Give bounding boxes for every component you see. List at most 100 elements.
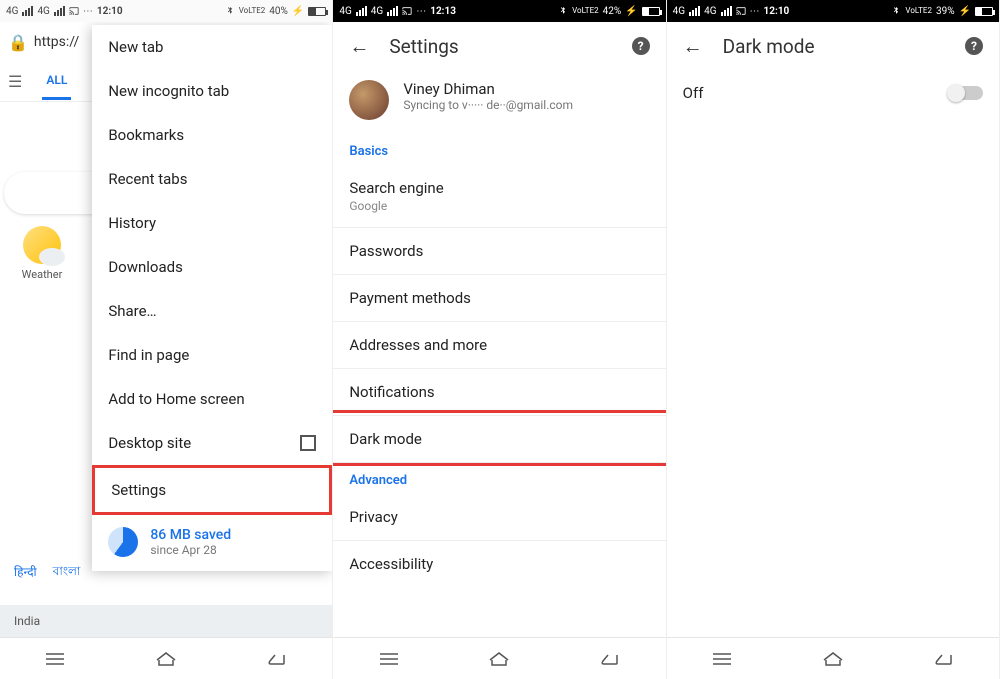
nav-home[interactable] <box>145 645 187 673</box>
battery-icon <box>642 7 660 16</box>
bluetooth-icon <box>891 6 901 16</box>
page-title: Settings <box>389 35 611 58</box>
bolt-icon: ⚡ <box>959 6 971 17</box>
nav-recent[interactable] <box>368 645 410 673</box>
menu-find-in-page[interactable]: Find in page <box>92 333 332 377</box>
back-arrow-icon[interactable]: ← <box>349 34 369 59</box>
menu-data-saved[interactable]: 86 MB saved since Apr 28 <box>92 515 332 571</box>
menu-downloads[interactable]: Downloads <box>92 245 332 289</box>
cast-icon <box>69 6 79 16</box>
row-passwords[interactable]: Passwords <box>333 228 665 275</box>
battery-icon <box>975 7 993 16</box>
row-notifications[interactable]: Notifications <box>333 369 665 416</box>
batt-pct: 42% <box>603 6 622 17</box>
clock: 12:10 <box>97 6 123 17</box>
bluetooth-icon <box>225 6 235 16</box>
lang-bengali[interactable]: বাংলা <box>53 563 81 583</box>
net-label-2: 4G <box>704 6 716 17</box>
nav-home[interactable] <box>478 645 520 673</box>
overflow-menu: New tab New incognito tab Bookmarks Rece… <box>92 25 332 571</box>
section-basics: Basics <box>333 134 665 165</box>
row-search-engine[interactable]: Search engine Google <box>333 165 665 228</box>
weather-label: Weather <box>14 268 70 281</box>
net-label-2: 4G <box>371 6 383 17</box>
row-dark-mode[interactable]: Dark mode <box>333 416 665 463</box>
nav-back[interactable] <box>256 645 298 673</box>
nav-bar <box>0 637 332 679</box>
menu-share[interactable]: Share… <box>92 289 332 333</box>
account-name: Viney Dhiman <box>403 80 573 98</box>
cast-icon <box>402 6 412 16</box>
more-icon: ⋯ <box>83 6 93 17</box>
menu-desktop-site[interactable]: Desktop site <box>92 421 332 465</box>
nav-back[interactable] <box>589 645 631 673</box>
lock-icon: 🔒 <box>8 33 28 52</box>
nav-bar <box>667 637 999 679</box>
darkmode-toggle-row: Off <box>667 70 999 116</box>
menu-settings[interactable]: Settings <box>92 465 332 515</box>
nav-home[interactable] <box>812 645 854 673</box>
settings-header: ← Settings ? <box>333 22 665 70</box>
help-icon[interactable]: ? <box>965 37 983 55</box>
data-saver-icon <box>108 527 138 557</box>
darkmode-switch[interactable] <box>949 86 983 100</box>
menu-add-home[interactable]: Add to Home screen <box>92 377 332 421</box>
saved-amount: 86 MB saved <box>150 527 231 543</box>
weather-tile[interactable]: Weather <box>14 226 70 281</box>
signal-icon <box>689 6 700 16</box>
status-bar: 4G 4G ⋯ 12:10 VoLTE2 40% ⚡ <box>0 0 332 22</box>
volte-label: VoLTE2 <box>239 7 266 15</box>
cast-icon <box>736 6 746 16</box>
account-sync: Syncing to v····· de··@gmail.com <box>403 98 573 112</box>
phone2-content: ← Settings ? Viney Dhiman Syncing to v··… <box>333 22 665 637</box>
darkmode-header: ← Dark mode ? <box>667 22 999 70</box>
nav-back[interactable] <box>923 645 965 673</box>
signal-icon <box>22 6 33 16</box>
row-payment[interactable]: Payment methods <box>333 275 665 322</box>
tab-all[interactable]: ALL <box>42 63 71 100</box>
phone-2: 4G 4G ⋯ 12:13 VoLTE2 42% ⚡ ← Settings ? … <box>333 0 666 679</box>
page-title: Dark mode <box>723 35 945 58</box>
signal-icon-2 <box>54 6 65 16</box>
batt-pct: 40% <box>269 6 288 17</box>
help-icon[interactable]: ? <box>632 37 650 55</box>
row-accessibility[interactable]: Accessibility <box>333 541 665 587</box>
saved-since: since Apr 28 <box>150 543 231 557</box>
url-text: https:// <box>34 34 79 50</box>
footer-region: India <box>0 605 332 637</box>
row-addresses[interactable]: Addresses and more <box>333 322 665 369</box>
lang-hindi[interactable]: हिन्दी <box>14 563 37 583</box>
language-row: हिन्दी বাংলা <box>14 563 80 583</box>
menu-bookmarks[interactable]: Bookmarks <box>92 113 332 157</box>
phone3-content: ← Dark mode ? Off <box>667 22 999 637</box>
net-label: 4G <box>6 6 18 17</box>
weather-icon <box>23 226 61 264</box>
hamburger-icon[interactable]: ☰ <box>8 72 22 91</box>
menu-new-incognito[interactable]: New incognito tab <box>92 69 332 113</box>
more-icon: ⋯ <box>416 6 426 17</box>
volte-label: VoLTE2 <box>572 7 599 15</box>
net-label: 4G <box>673 6 685 17</box>
nav-recent[interactable] <box>701 645 743 673</box>
row-privacy[interactable]: Privacy <box>333 494 665 541</box>
volte-label: VoLTE2 <box>905 7 932 15</box>
status-bar: 4G 4G ⋯ 12:10 VoLTE2 39% ⚡ <box>667 0 999 22</box>
nav-recent[interactable] <box>34 645 76 673</box>
menu-history[interactable]: History <box>92 201 332 245</box>
signal-icon-2 <box>721 6 732 16</box>
search-engine-value: Google <box>349 199 649 213</box>
avatar <box>349 80 389 120</box>
phone-3: 4G 4G ⋯ 12:10 VoLTE2 39% ⚡ ← Dark mode ?… <box>667 0 1000 679</box>
phone-1: 4G 4G ⋯ 12:10 VoLTE2 40% ⚡ 🔒 https:// ☰ … <box>0 0 333 679</box>
bolt-icon: ⚡ <box>625 6 637 17</box>
back-arrow-icon[interactable]: ← <box>683 34 703 59</box>
desktop-checkbox[interactable] <box>300 435 316 451</box>
bluetooth-icon <box>558 6 568 16</box>
menu-recent-tabs[interactable]: Recent tabs <box>92 157 332 201</box>
batt-pct: 39% <box>936 6 955 17</box>
bolt-icon: ⚡ <box>292 6 304 17</box>
menu-new-tab[interactable]: New tab <box>92 25 332 69</box>
status-bar: 4G 4G ⋯ 12:13 VoLTE2 42% ⚡ <box>333 0 665 22</box>
phone1-content: 🔒 https:// ☰ ALL Weather हिन्दी বাংলা In… <box>0 22 332 637</box>
account-row[interactable]: Viney Dhiman Syncing to v····· de··@gmai… <box>333 70 665 134</box>
